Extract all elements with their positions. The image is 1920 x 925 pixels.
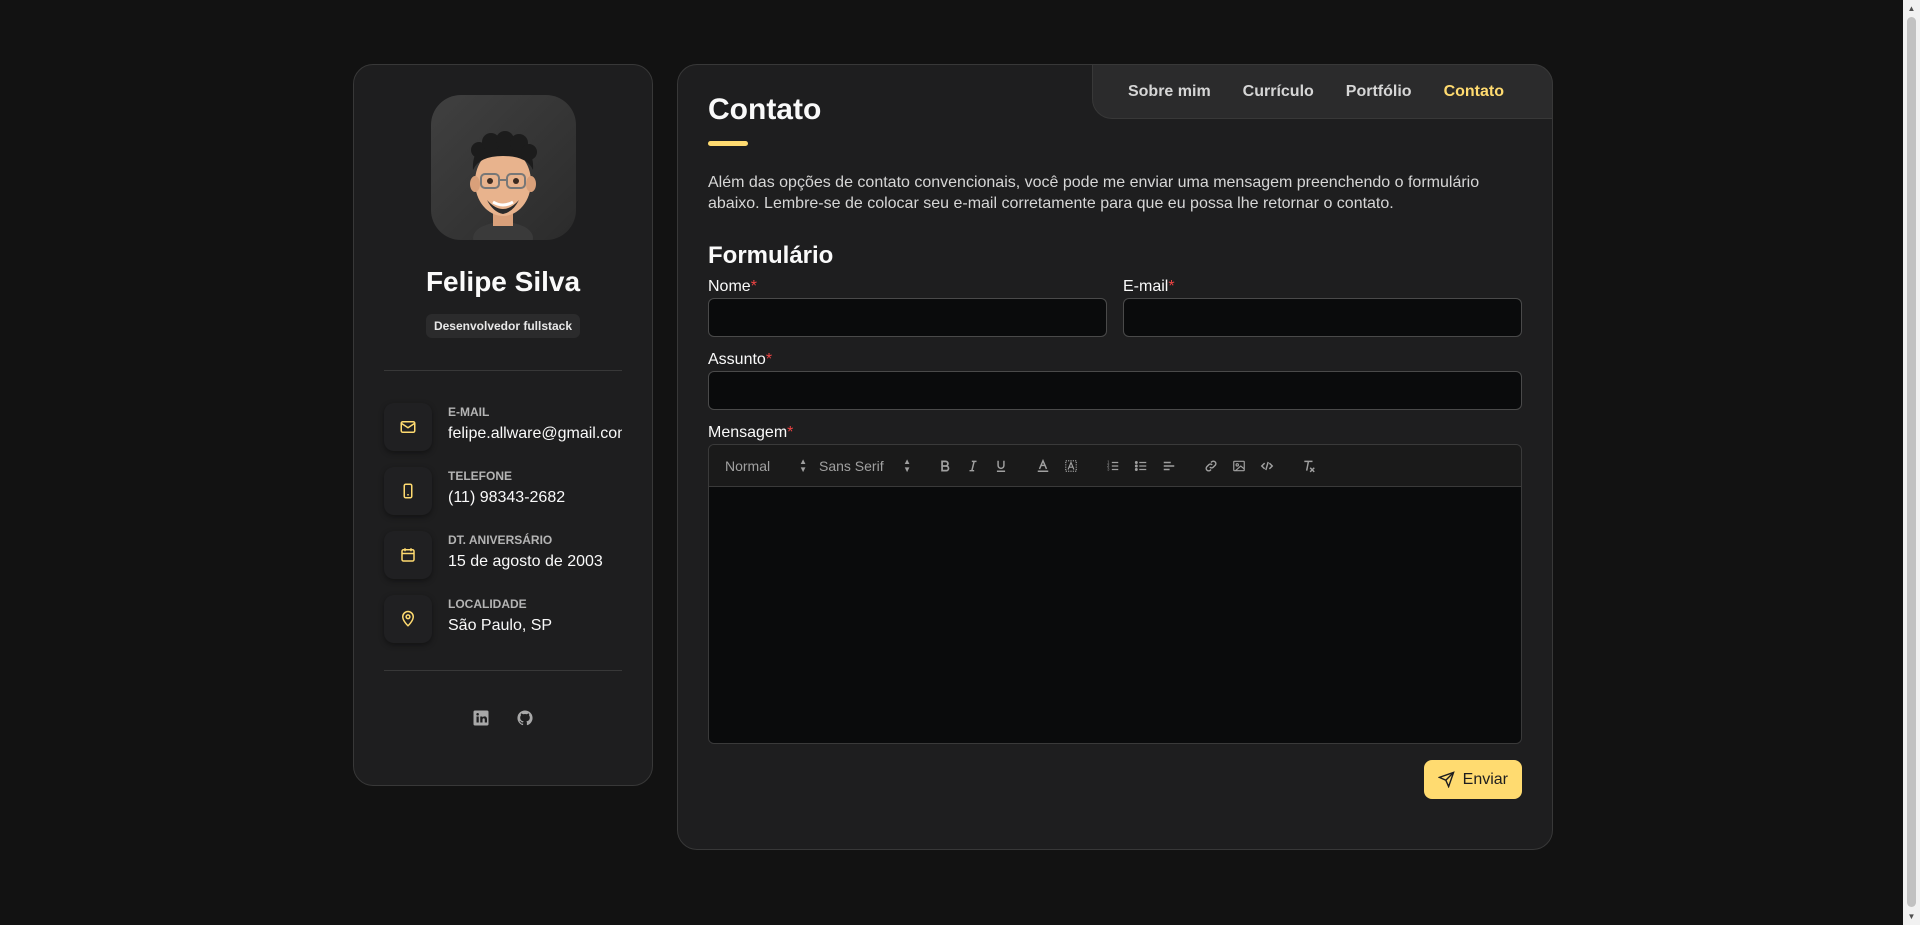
sidebar-separator	[384, 670, 622, 671]
form-title: Formulário	[708, 242, 834, 269]
contact-birthday-value: 15 de agosto de 2003	[448, 553, 603, 570]
contact-label: DT. ANIVERSÁRIO	[448, 533, 553, 547]
nav-link-contato[interactable]: Contato	[1444, 83, 1504, 101]
background-color-icon[interactable]	[1057, 454, 1085, 478]
avatar	[430, 95, 576, 240]
align-icon[interactable]	[1155, 454, 1183, 478]
contact-item-phone: TELEFONE (11) 98343-2682	[384, 467, 622, 515]
message-label: Mensagem*	[708, 424, 794, 441]
scroll-up-icon[interactable]: ▲	[1903, 0, 1920, 17]
contact-item-email: E-MAIL felipe.allware@gmail.com	[384, 403, 622, 451]
send-button-label: Enviar	[1462, 770, 1508, 788]
title-underline	[708, 141, 748, 146]
header-select[interactable]: Normal ▲ ▼	[719, 456, 813, 474]
calendar-icon	[384, 531, 432, 579]
profile-title-badge: Desenvolvedor fullstack	[425, 314, 581, 338]
message-rich-text-editor: Normal ▲ ▼ Sans Serif ▲ ▼ 1 2 3	[708, 444, 1522, 744]
name-input[interactable]	[708, 298, 1107, 337]
sidebar-separator	[384, 370, 622, 371]
nav-link-curriculo[interactable]: Currículo	[1243, 83, 1314, 101]
text-color-icon[interactable]	[1029, 454, 1057, 478]
nav-link-portfolio[interactable]: Portfólio	[1346, 83, 1412, 101]
select-caret-icon: ▲ ▼	[799, 456, 807, 474]
link-icon[interactable]	[1197, 454, 1225, 478]
intro-text: Além das opções de contato convencionais…	[708, 174, 1480, 212]
contact-label: E-MAIL	[448, 405, 490, 419]
nav-link-sobre-mim[interactable]: Sobre mim	[1128, 83, 1211, 101]
clear-format-icon[interactable]	[1295, 454, 1323, 478]
required-mark: *	[1168, 278, 1175, 295]
contact-label: TELEFONE	[448, 469, 513, 483]
send-icon	[1437, 771, 1455, 788]
page-scrollbar[interactable]: ▲ ▼	[1903, 0, 1920, 925]
email-label: E-mail*	[1123, 278, 1175, 295]
editor-toolbar: Normal ▲ ▼ Sans Serif ▲ ▼ 1 2 3	[709, 445, 1521, 487]
required-mark: *	[750, 278, 757, 295]
image-icon[interactable]	[1225, 454, 1253, 478]
subject-input[interactable]	[708, 371, 1522, 410]
underline-icon[interactable]	[987, 454, 1015, 478]
profile-sidebar: Felipe Silva Desenvolvedor fullstack E-M…	[353, 64, 653, 786]
map-pin-icon	[384, 595, 432, 643]
header-select-value: Normal	[725, 457, 771, 474]
contact-location-value: São Paulo, SP	[448, 617, 553, 634]
subject-label: Assunto*	[708, 351, 773, 368]
font-select-value: Sans Serif	[819, 457, 884, 474]
send-button[interactable]: Enviar	[1423, 760, 1522, 799]
contact-form: Nome* E-mail* Assunto* Mensagem* Normal …	[708, 278, 1522, 799]
contact-email-link[interactable]: felipe.allware@gmail.com	[448, 425, 622, 443]
profile-name: Felipe Silva	[425, 266, 581, 297]
bullet-list-icon[interactable]	[1127, 454, 1155, 478]
contact-panel: Sobre mim Currículo Portfólio Contato Co…	[677, 64, 1553, 850]
select-caret-icon: ▲ ▼	[903, 456, 911, 474]
name-label: Nome*	[708, 278, 757, 295]
scrollbar-thumb[interactable]	[1907, 17, 1916, 907]
top-navbar: Sobre mim Currículo Portfólio Contato	[1092, 64, 1553, 119]
contact-phone-link[interactable]: (11) 98343-2682	[448, 489, 565, 507]
contacts-list: E-MAIL felipe.allware@gmail.com TELEFONE…	[384, 403, 622, 643]
github-icon[interactable]	[514, 707, 536, 729]
scroll-down-icon[interactable]: ▼	[1903, 908, 1920, 925]
contact-label: LOCALIDADE	[448, 597, 527, 611]
contact-item-location: LOCALIDADE São Paulo, SP	[384, 595, 622, 643]
linkedin-icon[interactable]	[470, 707, 492, 729]
social-links	[384, 707, 622, 729]
contact-item-birthday: DT. ANIVERSÁRIO 15 de agosto de 2003	[384, 531, 622, 579]
svg-text:3: 3	[1107, 466, 1110, 471]
required-mark: *	[765, 351, 773, 368]
code-block-icon[interactable]	[1253, 454, 1281, 478]
memoji-avatar-icon	[470, 131, 537, 240]
font-select[interactable]: Sans Serif ▲ ▼	[813, 456, 917, 474]
mail-icon	[384, 403, 432, 451]
ordered-list-icon[interactable]: 123	[1099, 454, 1127, 478]
message-editor-area[interactable]	[709, 487, 1521, 743]
phone-icon	[384, 467, 432, 515]
required-mark: *	[787, 424, 794, 441]
bold-icon[interactable]	[931, 454, 959, 478]
email-input[interactable]	[1123, 298, 1522, 337]
italic-icon[interactable]	[959, 454, 987, 478]
